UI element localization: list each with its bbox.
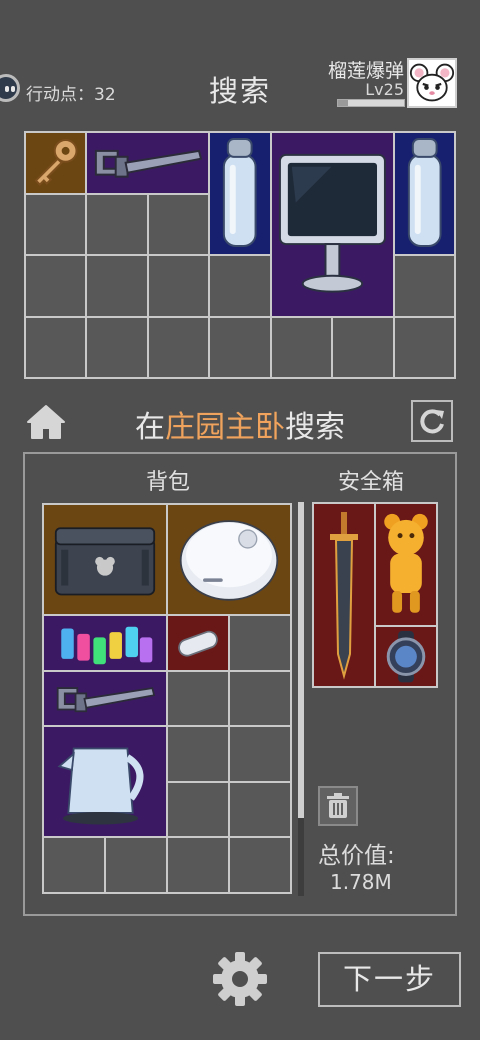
empty-slot: [148, 317, 209, 377]
total-value: 1.78M: [330, 870, 392, 894]
refresh-button[interactable]: [411, 400, 453, 442]
backpack-item-capsule[interactable]: [168, 616, 228, 670]
empty-slot: [26, 317, 86, 377]
empty-slot: [230, 838, 290, 892]
backpack-grid: [42, 503, 292, 894]
sword-icon: [330, 511, 358, 680]
refresh-icon: [420, 409, 444, 434]
safe-box-label: 安全箱: [338, 470, 405, 495]
total-value-label: 总价值:: [318, 843, 395, 869]
next-step-button[interactable]: 下一步: [318, 952, 461, 1007]
empty-slot: [44, 838, 104, 892]
backpack-item-robot-vacuum[interactable]: [168, 505, 290, 615]
empty-slot: [168, 727, 228, 781]
empty-slot: [106, 838, 166, 892]
empty-slot: [230, 671, 290, 726]
key-icon: [34, 138, 78, 186]
loot-item-pipe-wrench[interactable]: [87, 133, 209, 193]
golden-bear-figure-icon: [384, 513, 428, 613]
loot-item-key[interactable]: [26, 133, 86, 193]
safe-item-watch[interactable]: [376, 626, 436, 686]
location-prefix: 在: [135, 410, 165, 445]
capsule-pill-icon: [178, 630, 218, 657]
backpack-item-electric-kettle[interactable]: [44, 727, 166, 837]
empty-slot: [333, 317, 393, 377]
loot-item-water-bottle[interactable]: [210, 133, 270, 254]
backpack-item-medicine-bottles[interactable]: [44, 616, 166, 670]
computer-monitor-icon: [278, 153, 386, 293]
safe-item-sword[interactable]: [314, 504, 374, 686]
electric-kettle-icon: [57, 747, 144, 825]
player-level: Lv25: [365, 80, 404, 99]
trash-icon: [327, 793, 349, 818]
backpack-scrollbar[interactable]: [298, 502, 304, 896]
backpack-label: 背包: [146, 470, 191, 495]
level-progress-bar: [337, 99, 405, 107]
location-title: 在庄园主卧搜索: [0, 402, 480, 446]
water-bottle-icon: [407, 138, 442, 247]
loot-item-water-bottle-2[interactable]: [394, 133, 454, 254]
backpack-item-pipe-wrench[interactable]: [44, 671, 166, 726]
empty-slot: [87, 317, 147, 377]
empty-slot: [230, 782, 290, 837]
empty-slot: [148, 194, 209, 254]
mouse-avatar-icon: [409, 63, 455, 102]
safe-box-grid: [312, 502, 438, 688]
trash-button[interactable]: [318, 786, 358, 826]
gear-icon[interactable]: [212, 951, 268, 1007]
empty-slot: [210, 256, 270, 316]
empty-slot: [168, 782, 228, 837]
scrollbar-thumb[interactable]: [298, 502, 304, 818]
hard-case-icon: [54, 527, 156, 596]
empty-slot: [168, 838, 228, 892]
empty-slot: [148, 256, 209, 316]
watch-icon: [386, 630, 426, 683]
pipe-wrench-icon: [56, 686, 156, 712]
avatar[interactable]: [407, 58, 457, 108]
robot-vacuum-icon: [179, 520, 279, 601]
level-progress-fill: [338, 100, 348, 106]
empty-slot: [394, 317, 454, 377]
empty-slot: [87, 256, 147, 316]
backpack-item-hard-case[interactable]: [44, 505, 166, 615]
pipe-wrench-icon: [95, 149, 203, 178]
safe-item-golden-bear[interactable]: [376, 504, 436, 625]
loot-item-computer-monitor[interactable]: [271, 133, 393, 316]
empty-slot: [210, 317, 270, 377]
empty-slot: [168, 671, 228, 726]
empty-slot: [26, 194, 86, 254]
empty-slot: [87, 194, 147, 254]
location-place: 庄园主卧: [165, 410, 285, 445]
medicine-bottles-icon: [61, 626, 153, 665]
empty-slot: [230, 727, 290, 781]
loot-grid: [24, 131, 456, 379]
water-bottle-icon: [223, 138, 257, 247]
player-name: 榴莲爆弹: [327, 60, 404, 82]
empty-slot: [230, 616, 290, 670]
empty-slot: [26, 256, 86, 316]
empty-slot: [394, 256, 454, 316]
location-suffix: 搜索: [285, 410, 345, 445]
empty-slot: [271, 317, 332, 377]
